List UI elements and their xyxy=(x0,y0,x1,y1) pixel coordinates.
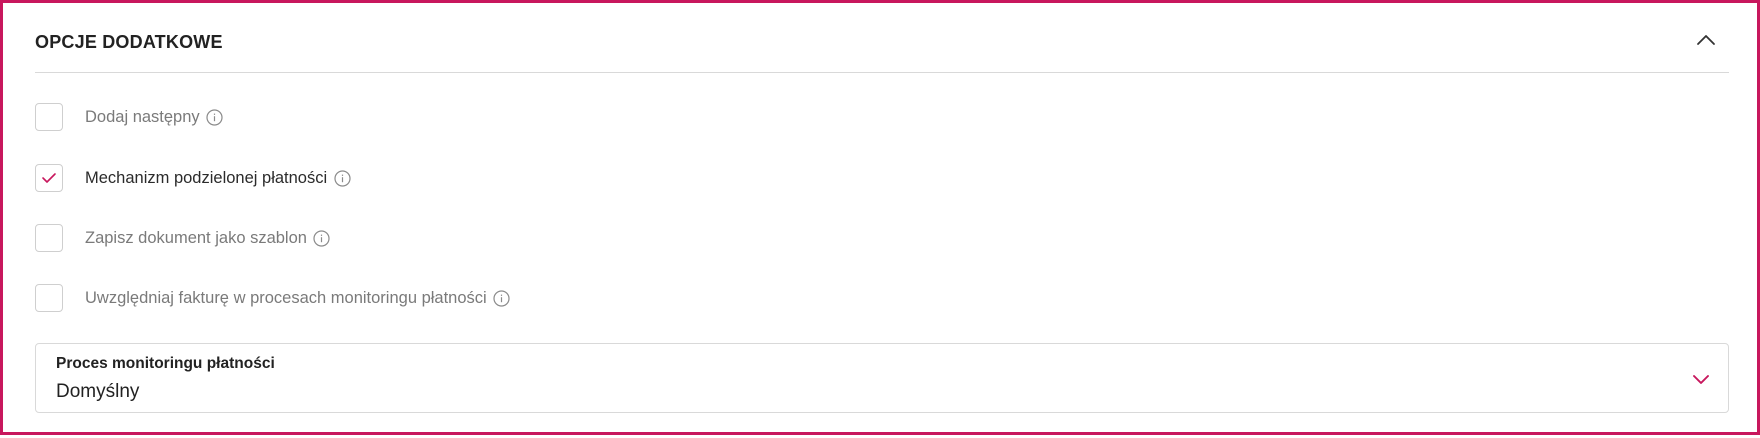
page-frame: OPCJE DODATKOWE Dodaj następny Mechanizm… xyxy=(0,0,1760,435)
option-payment-monitoring: Uwzględniaj fakturę w procesach monitori… xyxy=(35,283,511,313)
additional-options-panel: OPCJE DODATKOWE Dodaj następny Mechanizm… xyxy=(35,3,1729,438)
chevron-up-icon xyxy=(1697,35,1715,45)
section-header: OPCJE DODATKOWE xyxy=(35,3,1729,73)
add-next-checkbox[interactable] xyxy=(35,103,63,131)
payment-monitoring-label: Uwzględniaj fakturę w procesach monitori… xyxy=(85,288,487,307)
monitoring-process-label: Proces monitoringu płatności xyxy=(56,355,275,372)
collapse-button[interactable] xyxy=(1691,25,1721,55)
option-save-template: Zapisz dokument jako szablon xyxy=(35,223,331,253)
monitoring-process-value: Domyślny xyxy=(56,381,140,402)
save-template-checkbox[interactable] xyxy=(35,224,63,252)
checkmark-icon xyxy=(42,173,56,183)
info-icon[interactable] xyxy=(313,229,331,247)
split-payment-checkbox[interactable] xyxy=(35,164,63,192)
info-icon[interactable] xyxy=(493,289,511,307)
add-next-label: Dodaj następny xyxy=(85,107,200,126)
split-payment-label: Mechanizm podzielonej płatności xyxy=(85,168,328,187)
option-add-next: Dodaj następny xyxy=(35,102,224,132)
info-icon[interactable] xyxy=(206,108,224,126)
payment-monitoring-checkbox[interactable] xyxy=(35,284,63,312)
save-template-label: Zapisz dokument jako szablon xyxy=(85,228,307,247)
section-title: OPCJE DODATKOWE xyxy=(35,32,223,52)
chevron-down-icon[interactable] xyxy=(1690,368,1712,390)
option-split-payment: Mechanizm podzielonej płatności xyxy=(35,163,351,193)
info-icon[interactable] xyxy=(333,169,351,187)
monitoring-process-select[interactable]: Proces monitoringu płatności Domyślny xyxy=(35,343,1729,413)
